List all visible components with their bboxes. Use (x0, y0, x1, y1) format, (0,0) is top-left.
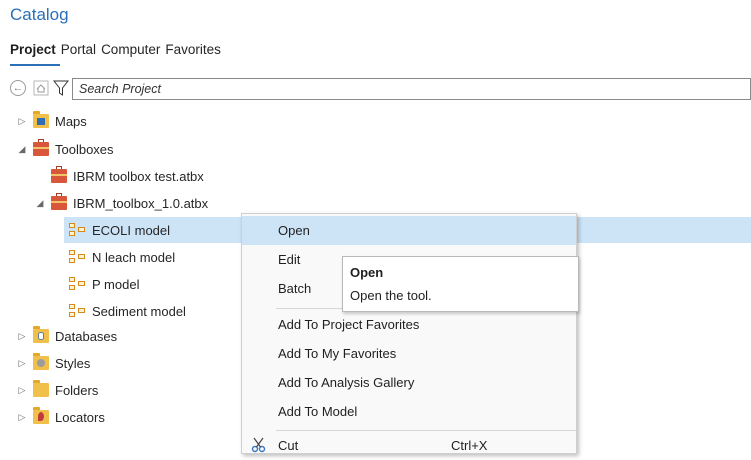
tree-item-model-p[interactable]: P model (64, 271, 139, 297)
tab-computer[interactable]: Computer (101, 42, 160, 57)
expand-arrow-icon[interactable]: ▷ (15, 331, 29, 342)
model-icon (68, 250, 86, 264)
back-arrow-icon[interactable]: ← (10, 80, 26, 96)
search-box (72, 78, 751, 100)
active-tab-indicator (10, 64, 60, 66)
context-menu: Open Edit Batch Add To Project Favorites… (241, 213, 577, 454)
tooltip: Open Open the tool. (342, 256, 579, 312)
tree-item-maps[interactable]: ▷ Maps (15, 108, 87, 134)
tab-portal[interactable]: Portal (61, 42, 96, 57)
tooltip-description: Open the tool. (350, 288, 432, 303)
tree-item-model-nleach[interactable]: N leach model (64, 244, 175, 270)
scissors-icon (251, 437, 267, 456)
tab-favorites[interactable]: Favorites (165, 42, 221, 57)
tree-item-toolboxes[interactable]: ◢ Toolboxes (15, 136, 114, 162)
menu-item-open[interactable]: Open (242, 216, 576, 245)
expand-arrow-icon[interactable]: ▷ (15, 116, 29, 127)
expand-arrow-icon[interactable]: ▷ (15, 358, 29, 369)
tab-project[interactable]: Project (10, 42, 56, 57)
menu-item-add-project-favorites[interactable]: Add To Project Favorites (242, 310, 576, 339)
filter-icon[interactable] (52, 79, 70, 97)
catalog-toolbar: ← (10, 78, 751, 100)
styles-folder-icon (33, 353, 49, 370)
maps-folder-icon (33, 111, 49, 128)
tree-item-model-sediment[interactable]: Sediment model (64, 298, 186, 324)
catalog-tabs: Project Portal Computer Favorites (10, 42, 221, 57)
toolbox-icon (51, 166, 67, 183)
tree-item-toolbox-test[interactable]: IBRM toolbox test.atbx (33, 163, 204, 189)
expand-arrow-icon[interactable]: ▷ (15, 385, 29, 396)
databases-folder-icon (33, 326, 49, 343)
toolbox-icon (51, 193, 67, 210)
locators-folder-icon (33, 407, 49, 424)
tree-item-locators[interactable]: ▷ Locators (15, 404, 105, 430)
model-icon (68, 223, 86, 237)
menu-item-cut[interactable]: Cut Ctrl+X (242, 431, 576, 460)
expand-arrow-icon[interactable]: ▷ (15, 412, 29, 423)
panel-title: Catalog (10, 5, 69, 24)
folders-folder-icon (33, 380, 49, 397)
search-input[interactable] (73, 79, 729, 99)
tree-item-toolbox-main[interactable]: ◢ IBRM_toolbox_1.0.atbx (33, 190, 208, 216)
tree-item-styles[interactable]: ▷ Styles (15, 350, 90, 376)
toolboxes-folder-icon (33, 139, 49, 156)
collapse-arrow-icon[interactable]: ◢ (15, 144, 29, 155)
tree-item-folders[interactable]: ▷ Folders (15, 377, 98, 403)
model-icon (68, 277, 86, 291)
collapse-arrow-icon[interactable]: ◢ (33, 198, 47, 209)
home-icon[interactable] (33, 80, 49, 96)
tree-item-databases[interactable]: ▷ Databases (15, 323, 117, 349)
model-icon (68, 304, 86, 318)
menu-item-add-to-model[interactable]: Add To Model (242, 397, 576, 426)
tooltip-title: Open (350, 265, 384, 280)
menu-item-add-analysis-gallery[interactable]: Add To Analysis Gallery (242, 368, 576, 397)
menu-item-add-my-favorites[interactable]: Add To My Favorites (242, 339, 576, 368)
